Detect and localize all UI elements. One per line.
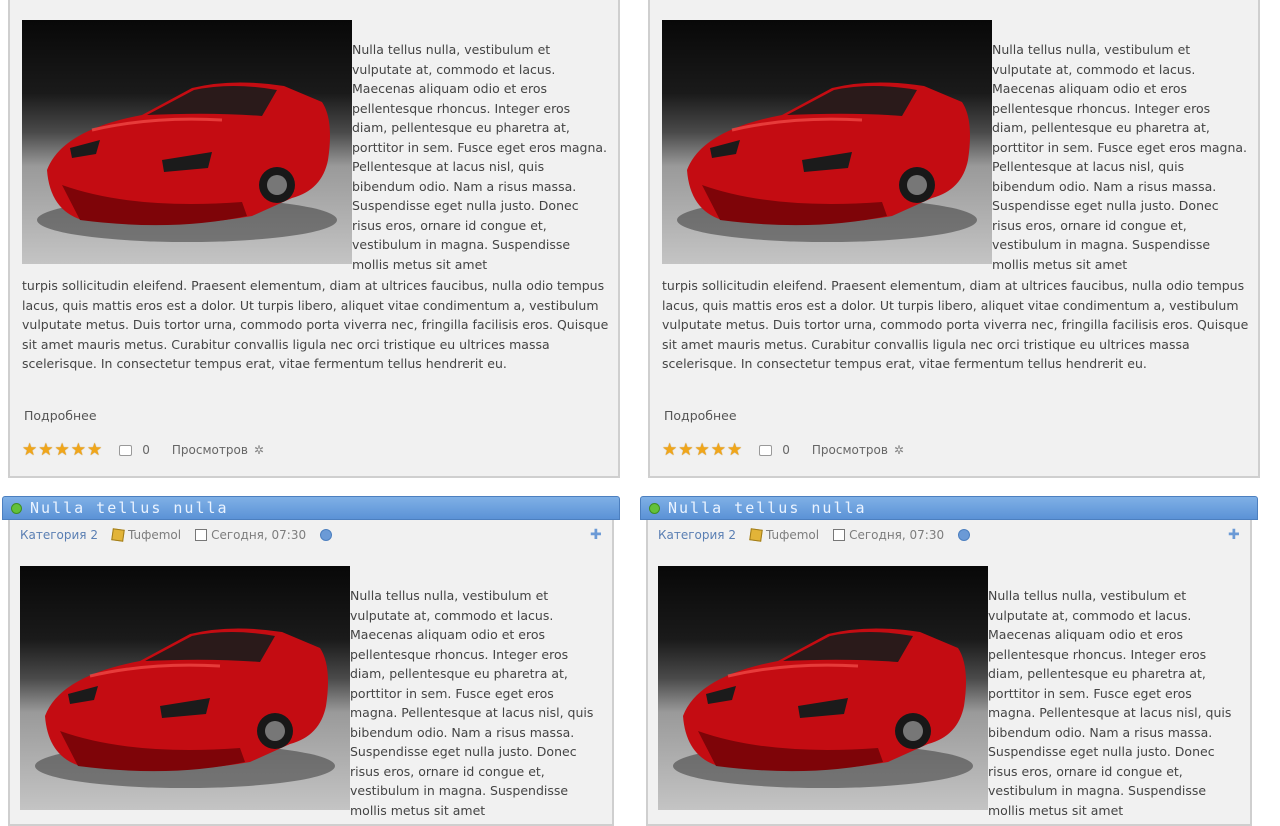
rating-stars[interactable]: ★ ★ ★ ★ ★ [22, 442, 103, 459]
article-title[interactable]: Nulla tellus nulla [30, 499, 229, 517]
star-icon[interactable]: ★ [55, 442, 70, 459]
comment-icon[interactable] [759, 444, 773, 456]
star-icon[interactable]: ★ [695, 442, 710, 459]
article-summary: Nulla tellus nulla, vestibulum et vulput… [988, 588, 1232, 818]
read-more-link[interactable]: Подробнее [664, 408, 737, 423]
article-summary: Nulla tellus nulla, vestibulum et vulput… [992, 42, 1248, 272]
star-icon[interactable]: ★ [38, 442, 53, 459]
article-title-bar[interactable]: Nulla tellus nulla [2, 496, 620, 520]
green-bullet-icon [649, 502, 660, 514]
star-icon[interactable]: ★ [71, 442, 86, 459]
article-body: turpis sollicitudin eleifend. Praesent e… [22, 278, 609, 371]
article-panel-1: Nulla tellus nulla, vestibulum et vulput… [8, 0, 620, 478]
star-icon[interactable]: ★ [727, 442, 742, 459]
article-panel-2: Nulla tellus nulla, vestibulum et vulput… [648, 0, 1260, 478]
star-icon[interactable]: ★ [678, 442, 693, 459]
read-more-link[interactable]: Подробнее [24, 408, 97, 423]
article-summary: Nulla tellus nulla, vestibulum et vulput… [352, 42, 608, 272]
star-icon[interactable]: ★ [662, 442, 677, 459]
green-bullet-icon [11, 502, 22, 514]
views-label: Просмотров [171, 443, 248, 457]
comment-count: 0 [782, 443, 790, 457]
article-panel-3: Nulla tellus nulla Категория 2 Tuфemol С… [2, 496, 620, 826]
article-body: turpis sollicitudin eleifend. Praesent e… [662, 278, 1249, 371]
article-panel-4: Nulla tellus nulla Категория 2 Tuфemol С… [640, 496, 1258, 826]
views-icon: ✲ [893, 443, 904, 457]
star-icon[interactable]: ★ [22, 442, 37, 459]
views-label: Просмотров [811, 443, 888, 457]
comment-count: 0 [142, 443, 150, 457]
star-icon[interactable]: ★ [711, 442, 726, 459]
article-summary: Nulla tellus nulla, vestibulum et vulput… [350, 588, 594, 818]
article-title-bar[interactable]: Nulla tellus nulla [640, 496, 1258, 520]
comment-icon[interactable] [119, 444, 133, 456]
rating-stars[interactable]: ★ ★ ★ ★ ★ [662, 442, 743, 459]
views-icon: ✲ [253, 443, 264, 457]
star-icon[interactable]: ★ [87, 442, 102, 459]
article-title[interactable]: Nulla tellus nulla [668, 499, 867, 517]
